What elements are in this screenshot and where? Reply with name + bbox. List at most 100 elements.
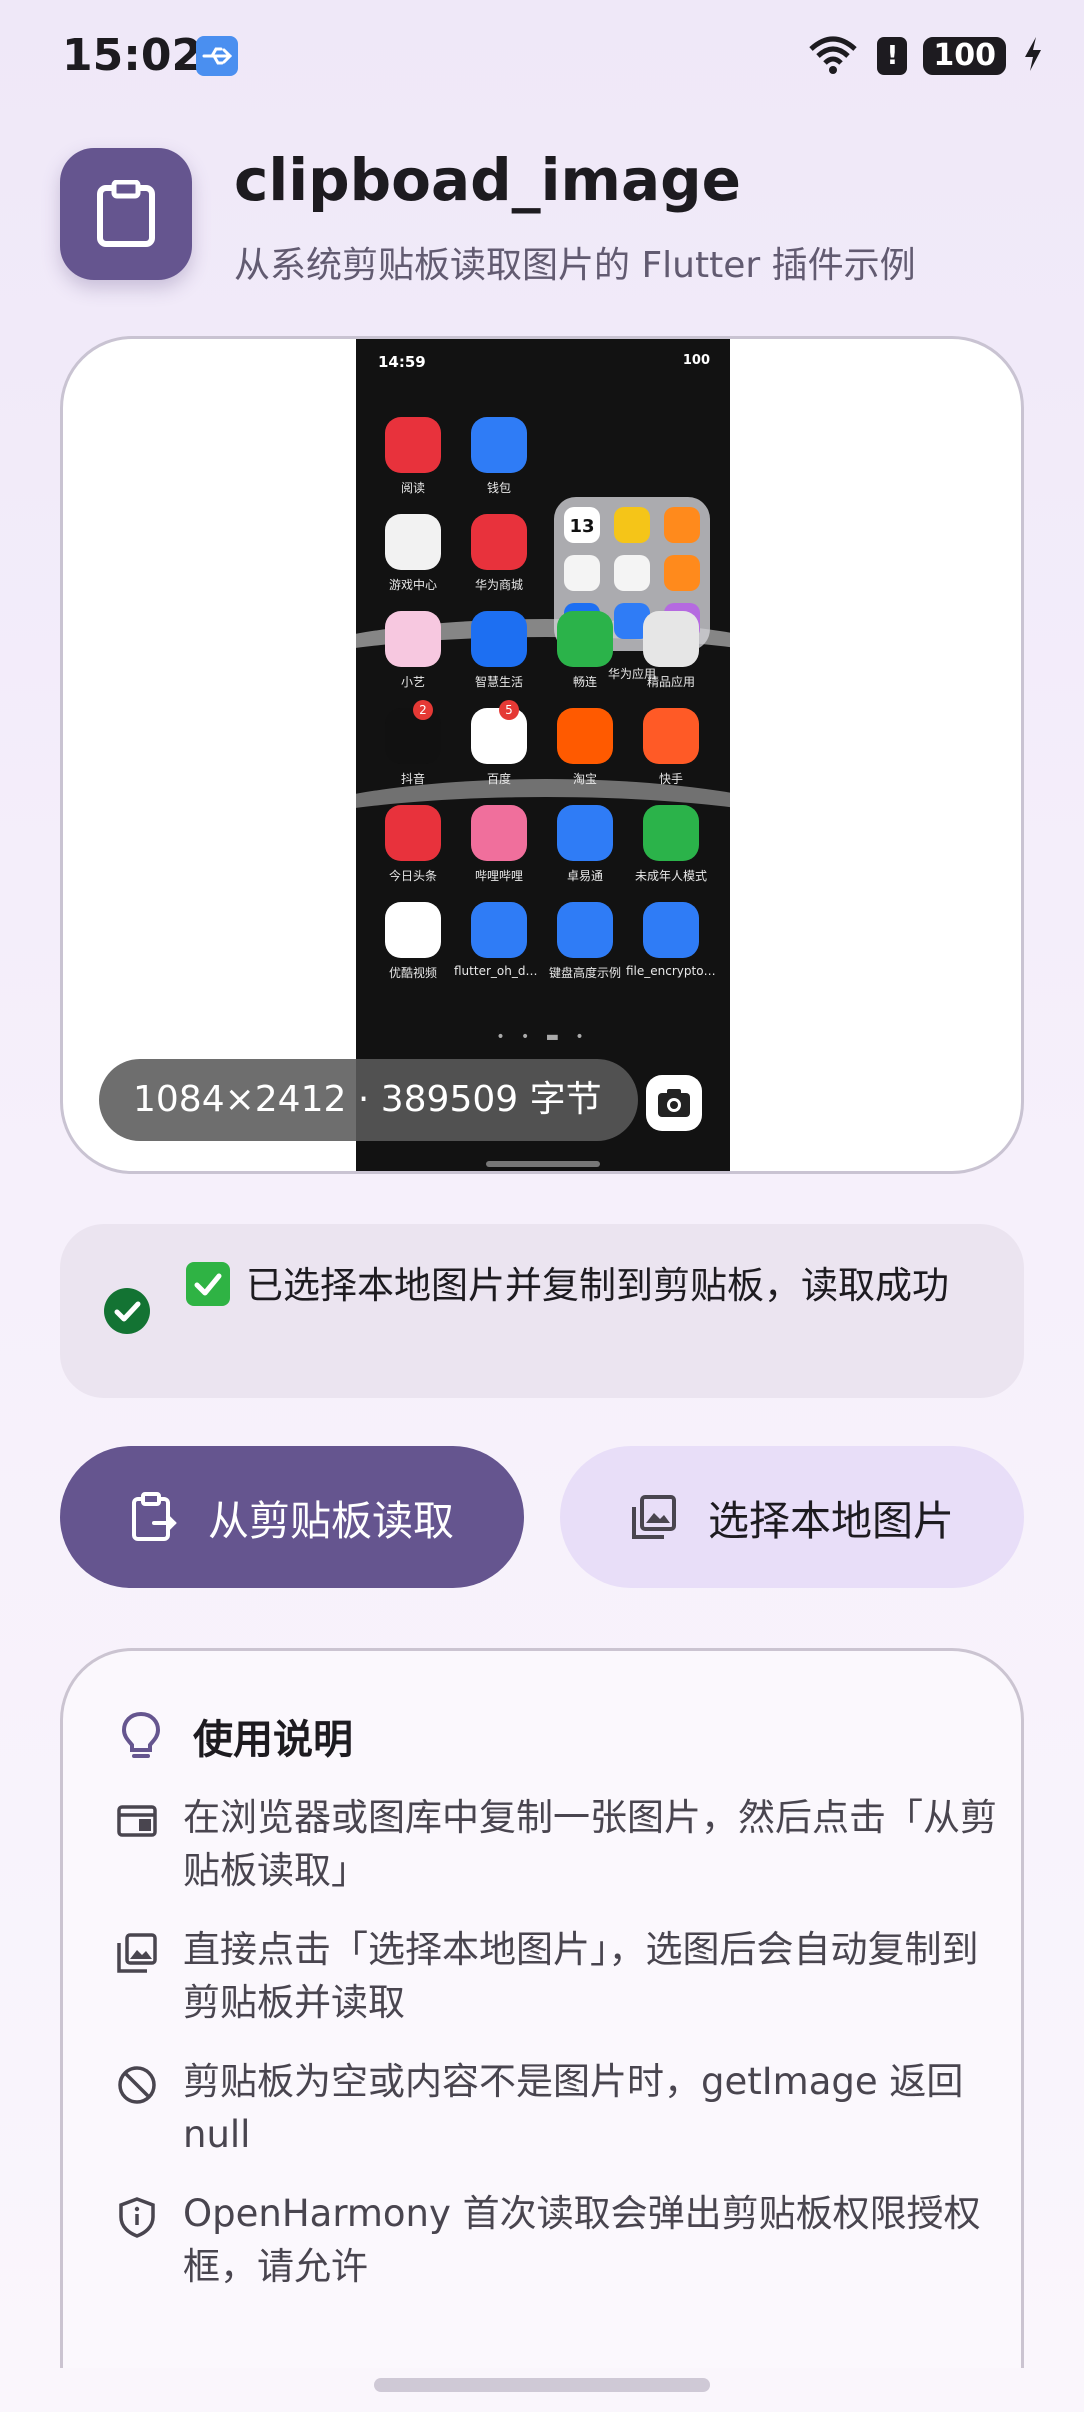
preview-app-tile: 5 百度: [454, 700, 544, 787]
preview-app-tile: 2 抖音: [368, 700, 458, 787]
preview-app-label: 华为商城: [474, 578, 523, 592]
preview-app-label: 今日头条: [388, 869, 437, 883]
usage-header: 使用说明: [119, 1707, 353, 1765]
preview-app-label: 哔哩哔哩: [474, 869, 523, 883]
preview-app-label: 卓易通: [566, 869, 603, 883]
preview-notification-badge: 2: [413, 700, 433, 720]
check-mark-emoji-icon: [186, 1262, 230, 1306]
clipboard-paste-icon: [132, 1492, 177, 1541]
preview-app-label: 智慧生活: [474, 675, 523, 689]
image-stack-icon: [632, 1495, 676, 1539]
preview-app-tile: 未成年人模式: [626, 805, 716, 884]
preview-app-icon: 5: [471, 700, 527, 764]
preview-app-label: 未成年人模式: [634, 869, 707, 883]
preview-app-icon: [385, 611, 441, 667]
preview-app-icon: [385, 417, 441, 473]
preview-app-icon: [643, 708, 699, 764]
preview-app-tile: file_encryptor...: [626, 902, 716, 978]
read-clipboard-button[interactable]: 从剪贴板读取: [60, 1446, 524, 1588]
preview-app-label: 畅连: [572, 675, 597, 689]
preview-app-label: 阅读: [400, 481, 425, 495]
status-text-container: 已选择本地图片并复制到剪贴板，读取成功: [186, 1258, 976, 1314]
preview-app-icon: [643, 611, 699, 667]
battery-indicator: 100: [923, 37, 1006, 75]
usage-item-text: 直接点击「选择本地图片」，选图后会自动复制到剪贴板并读取: [183, 1928, 979, 2024]
preview-app-icon: [385, 805, 441, 861]
usage-title: 使用说明: [193, 1717, 353, 1763]
preview-app-tile: 优酷视频: [368, 902, 458, 981]
status-message: 已选择本地图片并复制到剪贴板，读取成功: [60, 1224, 1024, 1398]
preview-app-icon: 2: [385, 700, 441, 764]
preview-app-tile: 精品应用: [626, 611, 716, 690]
preview-app-tile: 卓易通: [540, 805, 630, 884]
image-preview-card: 14:59 100 13 华为应用 阅读 钱包 游戏中心 华为商城 小艺 智慧生活 畅连 精品…: [60, 336, 1024, 1174]
preview-app-icon: [471, 417, 527, 473]
image-size-label: 1084×2412 · 389509 字节: [99, 1059, 638, 1141]
preview-app-label: 钱包: [486, 481, 511, 495]
browser-icon: [117, 1805, 157, 1837]
preview-app-icon: [557, 902, 613, 958]
preview-app-label: flutter_oh_de...: [454, 964, 544, 978]
preview-app-tile: 哔哩哔哩: [454, 805, 544, 884]
preview-app-tile: 今日头条: [368, 805, 458, 884]
preview-app-icon: [471, 514, 527, 570]
preview-home-bar: [486, 1161, 600, 1167]
preview-app-icon: [471, 805, 527, 861]
preview-app-tile: 游戏中心: [368, 514, 458, 593]
preview-app-icon: [643, 805, 699, 861]
preview-app-icon: [471, 902, 527, 958]
preview-app-tile: 淘宝: [540, 708, 630, 787]
charging-icon: [1022, 35, 1044, 77]
preview-page-dots: • • ▬ •: [496, 1029, 590, 1045]
clipboard-image-preview: 14:59 100 13 华为应用 阅读 钱包 游戏中心 华为商城 小艺 智慧生活 畅连 精品…: [356, 339, 730, 1171]
preview-notification-badge: 5: [499, 700, 519, 720]
preview-app-tile: 小艺: [368, 611, 458, 690]
preview-app-label: 抖音: [400, 772, 425, 786]
preview-app-tile: 键盘高度示例: [540, 902, 630, 981]
preview-app-tile: 阅读: [368, 417, 458, 496]
page-title: clipboad_image: [234, 146, 741, 214]
preview-app-tile: 智慧生活: [454, 611, 544, 690]
usage-instructions-card: 使用说明 在浏览器或图库中复制一张图片，然后点击「从剪贴板读取」 直接点击「选择…: [60, 1648, 1024, 2368]
image-stack-icon: [117, 1933, 157, 1973]
read-clipboard-label: 从剪贴板读取: [208, 1497, 454, 1545]
preview-app-tile: 畅连: [540, 611, 630, 690]
preview-app-icon: [557, 708, 613, 764]
preview-app-icon: [557, 611, 613, 667]
preview-app-icon: [471, 611, 527, 667]
preview-calendar-icon: 13: [564, 507, 600, 543]
preview-app-icon: [385, 514, 441, 570]
preview-app-tile: 快手: [626, 708, 716, 787]
usage-item-text: 剪贴板为空或内容不是图片时，getImage 返回 null: [183, 2060, 964, 2156]
preview-app-label: 小艺: [400, 675, 425, 689]
preview-app-tile: flutter_oh_de...: [454, 902, 544, 978]
usb-icon: [196, 36, 238, 76]
preview-camera-icon: [646, 1075, 702, 1131]
preview-app-icon: [643, 902, 699, 958]
clipboard-app-icon: [60, 148, 192, 280]
preview-battery: 100: [682, 353, 710, 368]
preview-app-label: 键盘高度示例: [548, 966, 621, 980]
status-time: 15:02: [62, 30, 203, 81]
block-icon: [118, 2066, 156, 2104]
usage-item-text: 在浏览器或图库中复制一张图片，然后点击「从剪贴板读取」: [183, 1796, 997, 1892]
lightbulb-icon: [121, 1711, 161, 1758]
preview-app-icon: [385, 902, 441, 958]
preview-app-label: 游戏中心: [388, 578, 437, 592]
pick-local-image-button[interactable]: 选择本地图片: [560, 1446, 1024, 1588]
preview-app-label: 快手: [658, 772, 683, 786]
wifi-icon: [805, 33, 861, 79]
preview-app-tile: 钱包: [454, 417, 544, 496]
preview-time: 14:59: [378, 353, 426, 371]
page-subtitle: 从系统剪贴板读取图片的 Flutter 插件示例: [234, 245, 916, 286]
preview-app-icon: [557, 805, 613, 861]
alert-icon: !: [877, 37, 908, 75]
status-text: 已选择本地图片并复制到剪贴板，读取成功: [246, 1264, 949, 1307]
preview-app-tile: 华为商城: [454, 514, 544, 593]
status-bar: 15:02 ! 100: [0, 0, 1084, 110]
preview-app-label: 精品应用: [646, 675, 695, 689]
home-indicator[interactable]: [374, 2378, 710, 2392]
usage-item-text: OpenHarmony 首次读取会弹出剪贴板权限授权框，请允许: [183, 2192, 981, 2288]
preview-app-label: 淘宝: [572, 772, 597, 786]
preview-app-label: 百度: [486, 772, 511, 786]
